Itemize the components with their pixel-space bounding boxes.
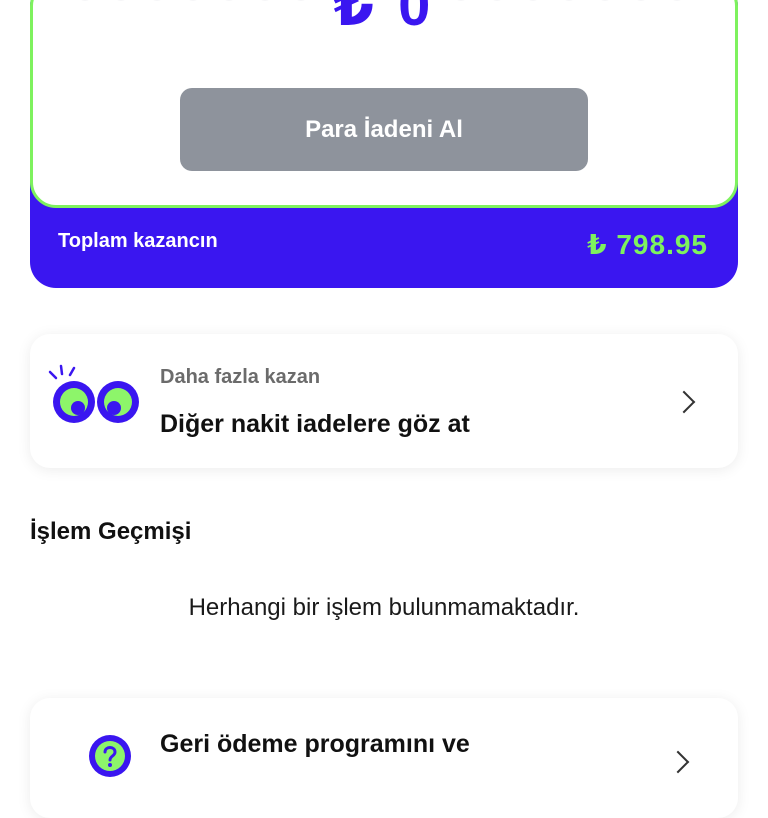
chevron-right-icon [672, 390, 696, 414]
history-title: İşlem Geçmişi [30, 518, 192, 545]
faq-title: Geri ödeme programını ve [160, 730, 470, 758]
history-empty-message: Herhangi bir işlem bulunmamaktadır. [188, 594, 580, 621]
refund-button[interactable]: Para İadeni Al [180, 88, 588, 171]
question-icon [86, 732, 134, 785]
balance-amount: ₺ 0 [333, 0, 435, 38]
promo-title: Diğer nakit iadelere göz at [160, 410, 470, 438]
eyes-icon [48, 364, 144, 433]
faq-card[interactable]: Geri ödeme programını ve [30, 698, 738, 818]
promo-subtitle: Daha fazla kazan [160, 366, 321, 388]
promo-card-other-cashbacks[interactable]: Daha fazla kazan Diğer nakit iadelere gö… [30, 334, 738, 468]
total-earnings-value: ₺ 798.95 [587, 229, 708, 260]
chevron-right-icon [666, 750, 690, 774]
total-earnings-label: Toplam kazancın [58, 230, 218, 252]
